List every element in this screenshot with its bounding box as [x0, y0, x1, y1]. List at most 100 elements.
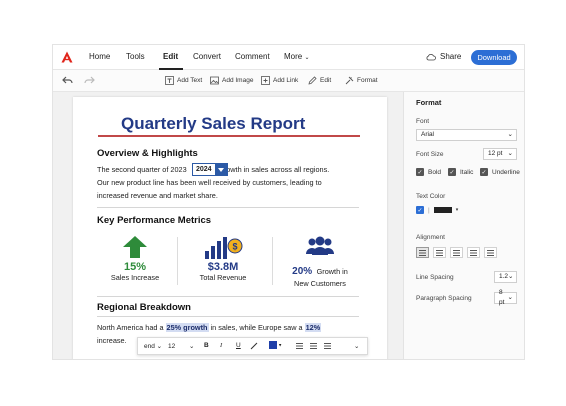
growth-arrow-icon [123, 236, 147, 258]
nav-edit[interactable]: Edit [163, 52, 178, 61]
top-nav: Home Tools Edit Convert Comment More ⌄ S… [53, 45, 524, 70]
font-select[interactable]: end ⌄ [144, 342, 162, 350]
share-button[interactable]: Share [426, 52, 461, 61]
numbered-list-icon[interactable] [324, 343, 331, 349]
kpi-heading[interactable]: Key Performance Metrics [97, 215, 211, 226]
align-distribute-button[interactable] [484, 247, 497, 258]
section-divider [97, 316, 359, 317]
dropdown-arrow-icon [214, 164, 227, 175]
italic-label: Italic [460, 168, 474, 176]
kpi-new-customers[interactable]: 20% Growth in New Customers [272, 235, 368, 288]
floating-format-toolbar: end ⌄ 12 ⌄ B I U ▾ ⌄ [137, 337, 368, 355]
document-viewport[interactable]: Quarterly Sales Report Overview & Highli… [53, 92, 403, 359]
align-right-icon [453, 249, 460, 256]
redo-icon[interactable] [84, 76, 95, 85]
highlight-12: 12% [304, 323, 322, 332]
kpi-customers-label-a: Growth in [316, 267, 348, 276]
color-swatch [269, 341, 277, 349]
edit-button[interactable]: Edit [308, 76, 331, 85]
chevron-down-icon: ⌄ [507, 150, 513, 157]
regional-line-1-mid: in sales, while Europe saw a [208, 323, 305, 332]
checkbox-checked-icon: ✓ [416, 206, 424, 214]
kpi-sales-increase[interactable]: 15% Sales Increase [92, 235, 178, 282]
format-button[interactable]: Format [345, 76, 378, 85]
add-link-button[interactable]: Add Link [261, 76, 298, 85]
align-right-button[interactable] [450, 247, 463, 258]
bold-button[interactable]: B [204, 342, 209, 349]
paragraph-spacing-select[interactable]: 8 pt ⌄ [494, 289, 517, 306]
kpi-customers-line: 20% Growth in [272, 261, 368, 279]
nav-more[interactable]: More ⌄ [284, 52, 310, 61]
text-color-row[interactable]: ✓ | ▾ [416, 206, 458, 214]
regional-line-1[interactable]: North America had a 25% growth in sales,… [97, 321, 322, 334]
font-size-select[interactable]: 12 pt ⌄ [483, 148, 517, 160]
format-brush-icon [345, 76, 354, 85]
nav-convert[interactable]: Convert [193, 52, 221, 61]
regional-line-1-start: North America had a [97, 323, 166, 332]
underline-button[interactable]: U [236, 342, 241, 349]
align-left-icon[interactable] [296, 343, 303, 349]
italic-button[interactable]: I [220, 342, 222, 349]
font-family-select[interactable]: Arial ⌄ [416, 129, 517, 141]
overview-heading[interactable]: Overview & Highlights [97, 148, 198, 159]
text-color-pen-icon[interactable] [250, 342, 258, 352]
checkbox-checked-icon: ✓ [448, 168, 456, 176]
document-page[interactable]: Quarterly Sales Report Overview & Highli… [73, 97, 387, 359]
acrobat-logo-icon [61, 51, 73, 63]
image-icon [210, 76, 219, 85]
chevron-down-icon: ▾ [455, 207, 459, 213]
line-spacing-select[interactable]: 1.2 ⌄ [494, 271, 517, 283]
align-center-button[interactable] [433, 247, 446, 258]
nav-home[interactable]: Home [89, 52, 110, 61]
year-dropdown[interactable]: 2024 [192, 163, 228, 176]
add-text-label: Add Text [177, 77, 203, 84]
section-divider [97, 207, 359, 208]
italic-checkbox[interactable]: ✓ Italic [448, 168, 473, 176]
nav-comment[interactable]: Comment [235, 52, 270, 61]
kpi-revenue-label: Total Revenue [199, 273, 247, 282]
more-options-chevron-icon[interactable]: ⌄ [354, 342, 359, 350]
size-select-value: 12 [168, 343, 176, 350]
kpi-customers-label-b: New Customers [294, 279, 346, 288]
edit-label: Edit [320, 77, 332, 84]
year-value: 2024 [196, 166, 212, 173]
nav-tools[interactable]: Tools [126, 52, 145, 61]
kpi-total-revenue[interactable]: $ $3.8M Total Revenue [180, 235, 266, 282]
bullet-list-icon[interactable] [310, 343, 317, 349]
kpi-revenue-value: $3.8M [207, 261, 239, 273]
alignment-label: Alignment [416, 234, 445, 241]
edit-toolbar: Add Text Add Image Add Link Edit Format [53, 70, 524, 92]
bar-chart-coin-icon: $ [205, 237, 243, 259]
kpi-sales-value: 15% [123, 261, 147, 273]
overview-line-1-start: The second quarter of 2023 [97, 165, 187, 174]
add-image-button[interactable]: Add Image [210, 76, 253, 85]
add-link-label: Add Link [273, 77, 299, 84]
regional-line-2[interactable]: increase. [97, 334, 127, 347]
underline-label: Underline [492, 168, 520, 176]
document-title[interactable]: Quarterly Sales Report [121, 114, 305, 134]
checkbox-checked-icon: ✓ [480, 168, 488, 176]
paragraph-spacing-value: 8 pt [499, 289, 505, 306]
line-spacing-label: Line Spacing [416, 274, 454, 281]
color-swatch-select[interactable]: ▾ [269, 341, 281, 349]
align-justify-button[interactable] [467, 247, 480, 258]
size-select[interactable]: 12 ⌄ [168, 342, 195, 350]
chevron-down-icon: ⌄ [507, 294, 513, 301]
font-family-value: Arial [421, 131, 435, 138]
add-image-label: Add Image [222, 77, 254, 84]
underline-checkbox[interactable]: ✓ Underline [480, 168, 520, 176]
paragraph-spacing-label: Paragraph Spacing [416, 295, 472, 302]
title-rule [98, 135, 360, 137]
download-button[interactable]: Download [471, 50, 517, 65]
add-text-button[interactable]: Add Text [165, 76, 202, 85]
overview-line-2[interactable]: Our new product line has been well recei… [97, 176, 322, 189]
align-left-button[interactable] [416, 247, 429, 258]
overview-line-3[interactable]: increased revenue and market share. [97, 189, 218, 202]
chevron-down-icon: ⌄ [507, 131, 513, 138]
separator: | [428, 206, 430, 214]
bold-checkbox[interactable]: ✓ Bold [416, 168, 441, 176]
regional-heading[interactable]: Regional Breakdown [97, 302, 191, 313]
align-justify-icon [470, 249, 477, 256]
undo-icon[interactable] [62, 76, 73, 85]
link-icon [261, 76, 270, 85]
